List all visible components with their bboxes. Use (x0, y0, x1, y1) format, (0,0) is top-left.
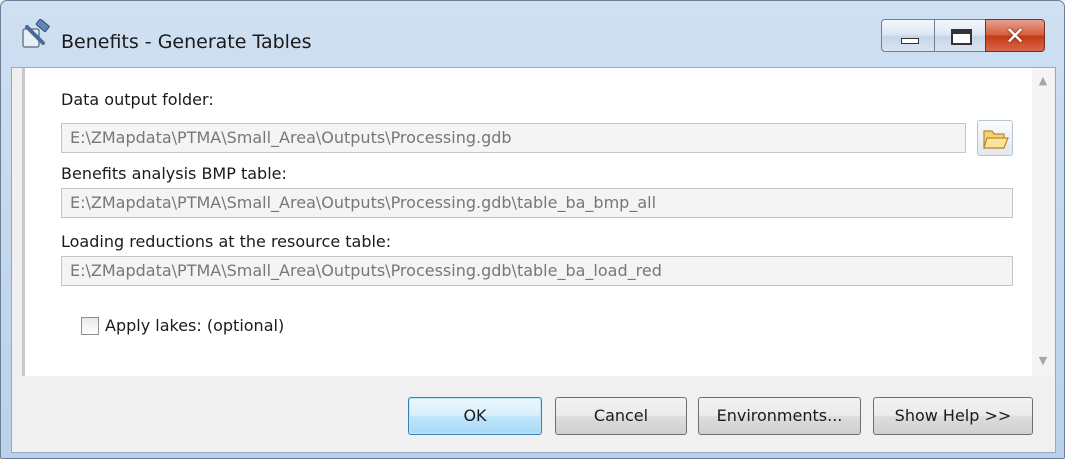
show-help-button[interactable]: Show Help >> (873, 397, 1033, 435)
vertical-scrollbar[interactable]: ▲ ▼ (1032, 68, 1054, 376)
dialog-window: Benefits - Generate Tables ✕ Data output… (0, 0, 1065, 459)
maximize-icon (951, 29, 972, 45)
scroll-up-arrow-icon[interactable]: ▲ (1032, 74, 1054, 87)
load-red-table-input[interactable]: E:\ZMapdata\PTMA\Small_Area\Outputs\Proc… (61, 256, 1013, 286)
close-button[interactable]: ✕ (985, 19, 1045, 52)
browse-folder-button[interactable] (977, 120, 1013, 156)
bmp-table-input[interactable]: E:\ZMapdata\PTMA\Small_Area\Outputs\Proc… (61, 188, 1013, 218)
minimize-icon (901, 38, 919, 44)
parameters-panel: Data output folder: E:\ZMapdata\PTMA\Sma… (22, 68, 1035, 376)
title-bar[interactable]: Benefits - Generate Tables ✕ (1, 1, 1064, 63)
ok-button[interactable]: OK (408, 397, 542, 435)
maximize-button[interactable] (934, 19, 986, 52)
output-folder-input[interactable]: E:\ZMapdata\PTMA\Small_Area\Outputs\Proc… (61, 123, 966, 153)
window-title: Benefits - Generate Tables (61, 31, 312, 53)
apply-lakes-checkbox[interactable] (81, 317, 99, 335)
cancel-button[interactable]: Cancel (555, 397, 687, 435)
toolbox-hammer-icon (17, 18, 51, 53)
folder-open-icon (983, 130, 1009, 149)
dialog-body: Data output folder: E:\ZMapdata\PTMA\Sma… (11, 67, 1056, 453)
minimize-button[interactable] (881, 19, 935, 52)
environments-button[interactable]: Environments... (698, 397, 861, 435)
load-red-table-label: Loading reductions at the resource table… (61, 232, 392, 251)
bmp-table-label: Benefits analysis BMP table: (61, 164, 287, 183)
apply-lakes-label[interactable]: Apply lakes: (optional) (105, 316, 284, 335)
close-icon: ✕ (1004, 22, 1026, 50)
output-folder-label: Data output folder: (61, 90, 214, 109)
scroll-down-arrow-icon[interactable]: ▼ (1032, 354, 1054, 367)
